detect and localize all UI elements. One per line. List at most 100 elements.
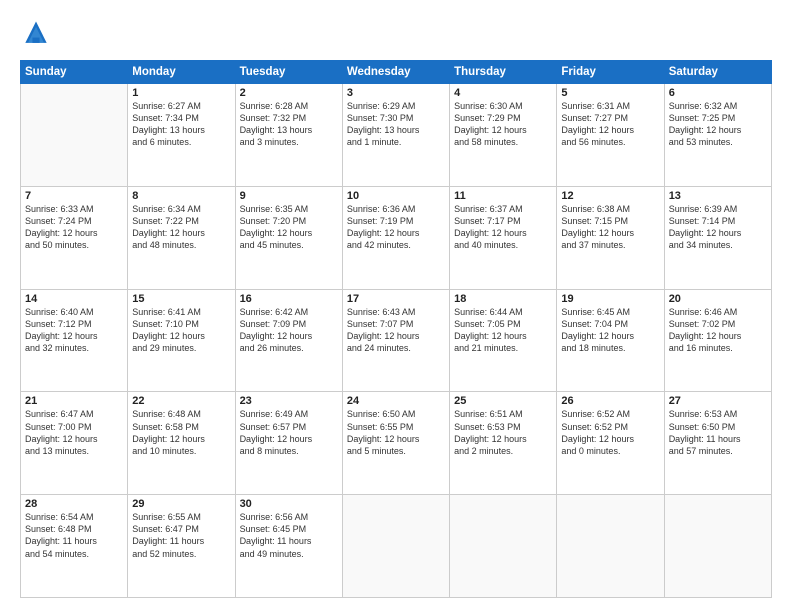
day-number: 30: [240, 498, 338, 510]
table-row: 27Sunrise: 6:53 AMSunset: 6:50 PMDayligh…: [664, 392, 771, 495]
day-number: 23: [240, 395, 338, 407]
table-row: 26Sunrise: 6:52 AMSunset: 6:52 PMDayligh…: [557, 392, 664, 495]
day-number: 11: [454, 190, 552, 202]
day-number: 5: [561, 87, 659, 99]
table-row: 3Sunrise: 6:29 AMSunset: 7:30 PMDaylight…: [342, 84, 449, 187]
day-number: 1: [132, 87, 230, 99]
day-info: Sunrise: 6:33 AMSunset: 7:24 PMDaylight:…: [25, 203, 123, 252]
page: Sunday Monday Tuesday Wednesday Thursday…: [0, 0, 792, 612]
day-info: Sunrise: 6:32 AMSunset: 7:25 PMDaylight:…: [669, 100, 767, 149]
table-row: 5Sunrise: 6:31 AMSunset: 7:27 PMDaylight…: [557, 84, 664, 187]
day-info: Sunrise: 6:41 AMSunset: 7:10 PMDaylight:…: [132, 306, 230, 355]
day-number: 7: [25, 190, 123, 202]
table-row: 25Sunrise: 6:51 AMSunset: 6:53 PMDayligh…: [450, 392, 557, 495]
col-saturday: Saturday: [664, 61, 771, 84]
day-info: Sunrise: 6:42 AMSunset: 7:09 PMDaylight:…: [240, 306, 338, 355]
logo-icon: [20, 18, 52, 50]
calendar-week-row: 21Sunrise: 6:47 AMSunset: 7:00 PMDayligh…: [21, 392, 772, 495]
day-info: Sunrise: 6:49 AMSunset: 6:57 PMDaylight:…: [240, 408, 338, 457]
table-row: 16Sunrise: 6:42 AMSunset: 7:09 PMDayligh…: [235, 289, 342, 392]
day-number: 28: [25, 498, 123, 510]
table-row: 2Sunrise: 6:28 AMSunset: 7:32 PMDaylight…: [235, 84, 342, 187]
day-info: Sunrise: 6:44 AMSunset: 7:05 PMDaylight:…: [454, 306, 552, 355]
table-row: 15Sunrise: 6:41 AMSunset: 7:10 PMDayligh…: [128, 289, 235, 392]
day-number: 18: [454, 293, 552, 305]
calendar-table: Sunday Monday Tuesday Wednesday Thursday…: [20, 60, 772, 598]
day-info: Sunrise: 6:52 AMSunset: 6:52 PMDaylight:…: [561, 408, 659, 457]
day-number: 22: [132, 395, 230, 407]
day-number: 27: [669, 395, 767, 407]
table-row: 9Sunrise: 6:35 AMSunset: 7:20 PMDaylight…: [235, 186, 342, 289]
day-info: Sunrise: 6:47 AMSunset: 7:00 PMDaylight:…: [25, 408, 123, 457]
day-info: Sunrise: 6:30 AMSunset: 7:29 PMDaylight:…: [454, 100, 552, 149]
day-number: 25: [454, 395, 552, 407]
table-row: 18Sunrise: 6:44 AMSunset: 7:05 PMDayligh…: [450, 289, 557, 392]
table-row: 22Sunrise: 6:48 AMSunset: 6:58 PMDayligh…: [128, 392, 235, 495]
calendar-week-row: 14Sunrise: 6:40 AMSunset: 7:12 PMDayligh…: [21, 289, 772, 392]
table-row: [557, 495, 664, 598]
day-info: Sunrise: 6:50 AMSunset: 6:55 PMDaylight:…: [347, 408, 445, 457]
day-info: Sunrise: 6:43 AMSunset: 7:07 PMDaylight:…: [347, 306, 445, 355]
table-row: 30Sunrise: 6:56 AMSunset: 6:45 PMDayligh…: [235, 495, 342, 598]
day-info: Sunrise: 6:40 AMSunset: 7:12 PMDaylight:…: [25, 306, 123, 355]
day-number: 4: [454, 87, 552, 99]
table-row: 19Sunrise: 6:45 AMSunset: 7:04 PMDayligh…: [557, 289, 664, 392]
calendar-week-row: 7Sunrise: 6:33 AMSunset: 7:24 PMDaylight…: [21, 186, 772, 289]
day-number: 3: [347, 87, 445, 99]
col-tuesday: Tuesday: [235, 61, 342, 84]
day-info: Sunrise: 6:27 AMSunset: 7:34 PMDaylight:…: [132, 100, 230, 149]
day-number: 17: [347, 293, 445, 305]
day-number: 24: [347, 395, 445, 407]
day-number: 12: [561, 190, 659, 202]
day-number: 9: [240, 190, 338, 202]
table-row: [342, 495, 449, 598]
table-row: [21, 84, 128, 187]
table-row: 24Sunrise: 6:50 AMSunset: 6:55 PMDayligh…: [342, 392, 449, 495]
table-row: [664, 495, 771, 598]
calendar-week-row: 28Sunrise: 6:54 AMSunset: 6:48 PMDayligh…: [21, 495, 772, 598]
day-info: Sunrise: 6:38 AMSunset: 7:15 PMDaylight:…: [561, 203, 659, 252]
logo: [20, 18, 58, 50]
table-row: 17Sunrise: 6:43 AMSunset: 7:07 PMDayligh…: [342, 289, 449, 392]
day-info: Sunrise: 6:28 AMSunset: 7:32 PMDaylight:…: [240, 100, 338, 149]
col-monday: Monday: [128, 61, 235, 84]
col-sunday: Sunday: [21, 61, 128, 84]
day-number: 8: [132, 190, 230, 202]
day-number: 21: [25, 395, 123, 407]
calendar-week-row: 1Sunrise: 6:27 AMSunset: 7:34 PMDaylight…: [21, 84, 772, 187]
day-number: 29: [132, 498, 230, 510]
calendar-header-row: Sunday Monday Tuesday Wednesday Thursday…: [21, 61, 772, 84]
day-number: 20: [669, 293, 767, 305]
day-info: Sunrise: 6:53 AMSunset: 6:50 PMDaylight:…: [669, 408, 767, 457]
day-number: 2: [240, 87, 338, 99]
day-number: 13: [669, 190, 767, 202]
table-row: 23Sunrise: 6:49 AMSunset: 6:57 PMDayligh…: [235, 392, 342, 495]
day-info: Sunrise: 6:55 AMSunset: 6:47 PMDaylight:…: [132, 511, 230, 560]
day-number: 6: [669, 87, 767, 99]
day-info: Sunrise: 6:37 AMSunset: 7:17 PMDaylight:…: [454, 203, 552, 252]
table-row: 1Sunrise: 6:27 AMSunset: 7:34 PMDaylight…: [128, 84, 235, 187]
col-thursday: Thursday: [450, 61, 557, 84]
table-row: 29Sunrise: 6:55 AMSunset: 6:47 PMDayligh…: [128, 495, 235, 598]
day-info: Sunrise: 6:29 AMSunset: 7:30 PMDaylight:…: [347, 100, 445, 149]
day-info: Sunrise: 6:56 AMSunset: 6:45 PMDaylight:…: [240, 511, 338, 560]
table-row: 7Sunrise: 6:33 AMSunset: 7:24 PMDaylight…: [21, 186, 128, 289]
table-row: 20Sunrise: 6:46 AMSunset: 7:02 PMDayligh…: [664, 289, 771, 392]
day-info: Sunrise: 6:36 AMSunset: 7:19 PMDaylight:…: [347, 203, 445, 252]
table-row: 10Sunrise: 6:36 AMSunset: 7:19 PMDayligh…: [342, 186, 449, 289]
col-wednesday: Wednesday: [342, 61, 449, 84]
day-number: 19: [561, 293, 659, 305]
day-number: 10: [347, 190, 445, 202]
day-info: Sunrise: 6:48 AMSunset: 6:58 PMDaylight:…: [132, 408, 230, 457]
table-row: 14Sunrise: 6:40 AMSunset: 7:12 PMDayligh…: [21, 289, 128, 392]
table-row: 28Sunrise: 6:54 AMSunset: 6:48 PMDayligh…: [21, 495, 128, 598]
day-number: 16: [240, 293, 338, 305]
header: [20, 18, 772, 50]
table-row: 12Sunrise: 6:38 AMSunset: 7:15 PMDayligh…: [557, 186, 664, 289]
col-friday: Friday: [557, 61, 664, 84]
table-row: 21Sunrise: 6:47 AMSunset: 7:00 PMDayligh…: [21, 392, 128, 495]
table-row: 8Sunrise: 6:34 AMSunset: 7:22 PMDaylight…: [128, 186, 235, 289]
table-row: [450, 495, 557, 598]
day-info: Sunrise: 6:45 AMSunset: 7:04 PMDaylight:…: [561, 306, 659, 355]
table-row: 6Sunrise: 6:32 AMSunset: 7:25 PMDaylight…: [664, 84, 771, 187]
